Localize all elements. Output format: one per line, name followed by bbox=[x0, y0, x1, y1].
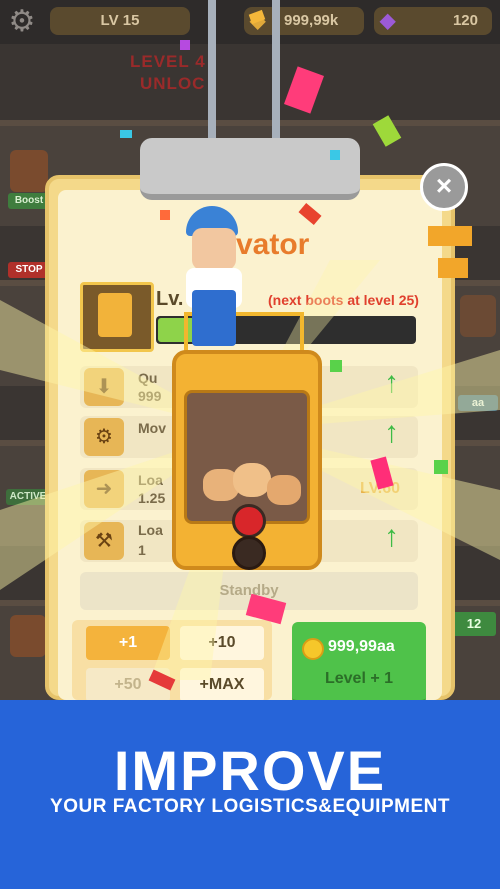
clipboard-clip bbox=[140, 138, 360, 200]
worker-overalls bbox=[192, 290, 236, 346]
level-unlock-text: LEVEL 4 bbox=[130, 52, 206, 71]
banner-subtitle: YOUR FACTORY LOGISTICS&EQUIPMENT bbox=[50, 796, 450, 817]
ore-chunk bbox=[233, 463, 271, 497]
player-level: LV 15 bbox=[100, 12, 140, 29]
banner-title: IMPROVE bbox=[113, 739, 387, 802]
elevator-cabin bbox=[172, 350, 322, 570]
confetti bbox=[330, 150, 340, 160]
up-button-icon[interactable] bbox=[232, 504, 266, 538]
worker-avatar bbox=[10, 150, 48, 192]
confetti bbox=[330, 360, 342, 372]
confetti bbox=[180, 40, 190, 50]
gems-pill: ◆ 120 bbox=[374, 7, 492, 35]
confetti bbox=[434, 460, 448, 474]
confetti bbox=[160, 210, 170, 220]
gems-value: 120 bbox=[452, 12, 478, 29]
confetti bbox=[120, 130, 132, 138]
gem-icon: ◆ bbox=[380, 10, 396, 32]
panel-title: vator bbox=[236, 228, 310, 261]
gear-icon[interactable]: ⚙ bbox=[6, 6, 38, 38]
level-pill: LV 15 bbox=[50, 7, 190, 35]
close-icon[interactable]: × bbox=[420, 163, 468, 211]
top-bar: ⚙ LV 15 ◆ 999,99k ◆ 120 bbox=[0, 0, 500, 44]
money-value: 999,99k bbox=[284, 12, 339, 29]
down-button-icon[interactable] bbox=[232, 536, 266, 570]
boost-badge[interactable]: Boost bbox=[8, 193, 50, 209]
ore-chunk bbox=[267, 475, 301, 505]
level-unlock-text: UNLOC bbox=[140, 74, 206, 93]
panel-tab bbox=[428, 226, 472, 246]
worker-face bbox=[192, 228, 236, 270]
